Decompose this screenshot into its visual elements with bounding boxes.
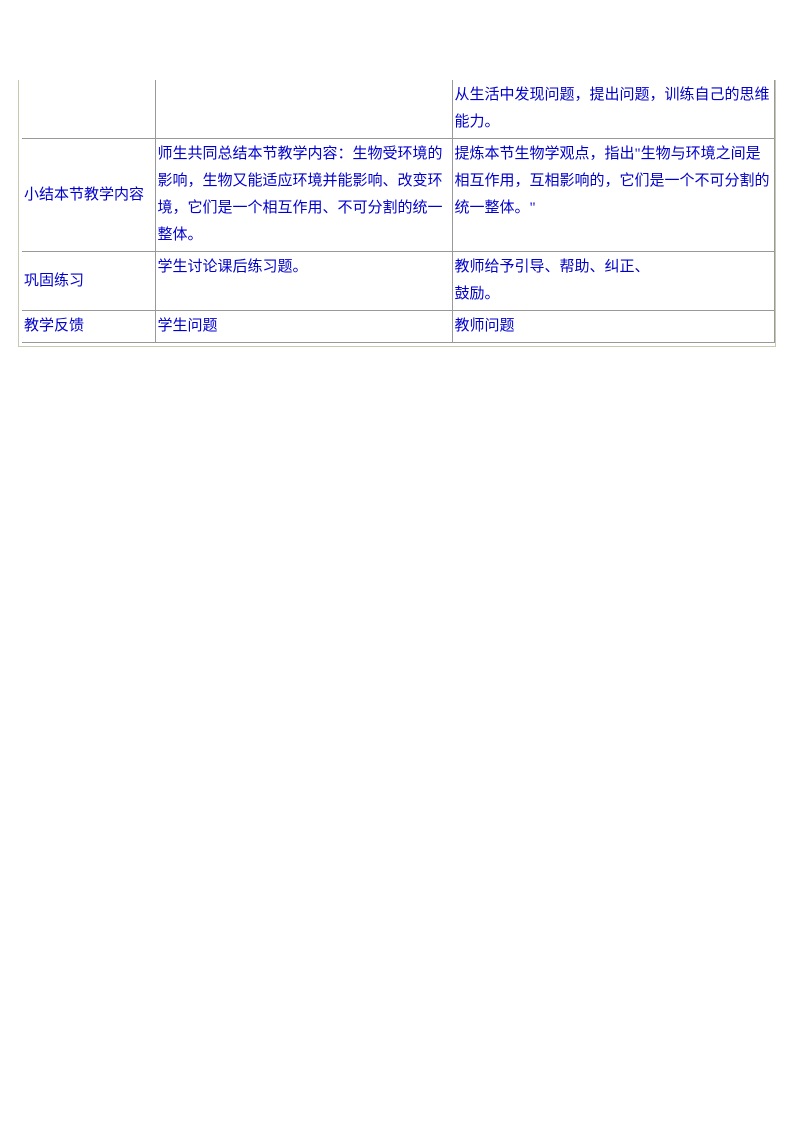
cell-text-line: 鼓励。 (455, 286, 500, 302)
cell-text-line: 教师给予引导、帮助、纠正、 (455, 259, 650, 275)
outer-frame: 从生活中发现问题，提出问题，训练自己的思维能力。 小结本节教学内容 师生共同总结… (18, 80, 776, 347)
cell-teacher: 提炼本节生物学观点，指出"生物与环境之间是相互作用，互相影响的，它们是一个不可分… (452, 139, 775, 252)
lesson-table: 从生活中发现问题，提出问题，训练自己的思维能力。 小结本节教学内容 师生共同总结… (22, 80, 775, 343)
cell-student (155, 80, 452, 139)
table-row: 巩固练习 学生讨论课后练习题。 教师给予引导、帮助、纠正、 鼓励。 (22, 252, 775, 311)
cell-section: 小结本节教学内容 (22, 139, 155, 252)
cell-teacher: 从生活中发现问题，提出问题，训练自己的思维能力。 (452, 80, 775, 139)
cell-teacher: 教师问题 (452, 311, 775, 343)
table-row: 教学反馈 学生问题 教师问题 (22, 311, 775, 343)
cell-student: 学生问题 (155, 311, 452, 343)
cell-student: 学生讨论课后练习题。 (155, 252, 452, 311)
cell-section: 巩固练习 (22, 252, 155, 311)
cell-section (22, 80, 155, 139)
cell-student: 师生共同总结本节教学内容：生物受环境的影响，生物又能适应环境并能影响、改变环境，… (155, 139, 452, 252)
cell-section: 教学反馈 (22, 311, 155, 343)
table-row: 小结本节教学内容 师生共同总结本节教学内容：生物受环境的影响，生物又能适应环境并… (22, 139, 775, 252)
table-row: 从生活中发现问题，提出问题，训练自己的思维能力。 (22, 80, 775, 139)
cell-teacher: 教师给予引导、帮助、纠正、 鼓励。 (452, 252, 775, 311)
